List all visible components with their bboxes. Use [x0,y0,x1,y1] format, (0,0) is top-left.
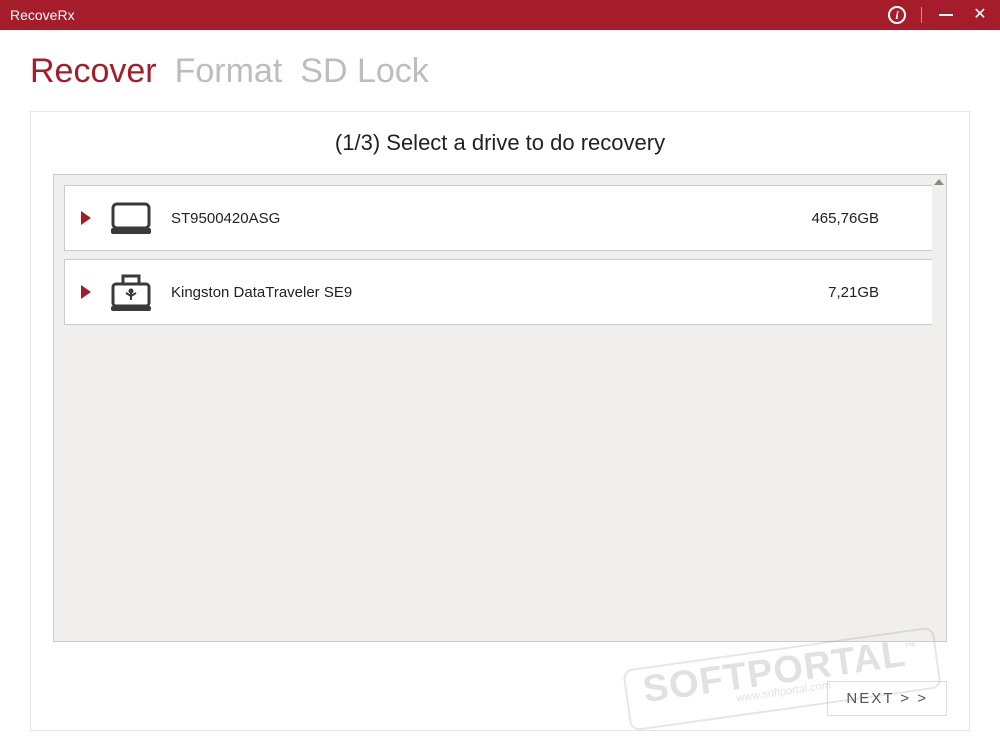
tab-recover[interactable]: Recover [30,52,157,91]
scrollbar[interactable] [932,175,946,641]
next-button[interactable]: NEXT > > [827,681,947,716]
tab-format[interactable]: Format [175,52,283,91]
info-icon: i [888,6,906,24]
close-icon: ✕ [973,7,986,23]
separator [921,7,922,23]
minimize-icon [939,14,953,16]
expand-arrow-icon[interactable] [81,285,91,299]
window-title: RecoveRx [10,7,887,23]
drive-list-container: ST9500420ASG 465,76GB Kingsto [53,174,947,642]
close-button[interactable]: ✕ [970,5,990,25]
tab-sdlock[interactable]: SD Lock [300,52,429,91]
usb-drive-icon [109,270,153,314]
drive-size: 465,76GB [811,210,919,227]
drive-size: 7,21GB [828,284,919,301]
minimize-button[interactable] [936,5,956,25]
drive-name: ST9500420ASG [171,210,793,227]
tab-bar: Recover Format SD Lock [0,30,1000,101]
drive-row[interactable]: Kingston DataTraveler SE9 7,21GB [64,259,936,325]
main-panel: (1/3) Select a drive to do recovery ST95… [30,111,970,731]
drive-name: Kingston DataTraveler SE9 [171,284,810,301]
step-title: (1/3) Select a drive to do recovery [53,130,947,156]
drive-list: ST9500420ASG 465,76GB Kingsto [64,185,936,631]
titlebar: RecoveRx i ✕ [0,0,1000,30]
expand-arrow-icon[interactable] [81,211,91,225]
scroll-up-icon[interactable] [934,179,944,189]
window-controls: i ✕ [887,5,990,25]
hdd-icon [109,196,153,240]
drive-row[interactable]: ST9500420ASG 465,76GB [64,185,936,251]
info-button[interactable]: i [887,5,907,25]
